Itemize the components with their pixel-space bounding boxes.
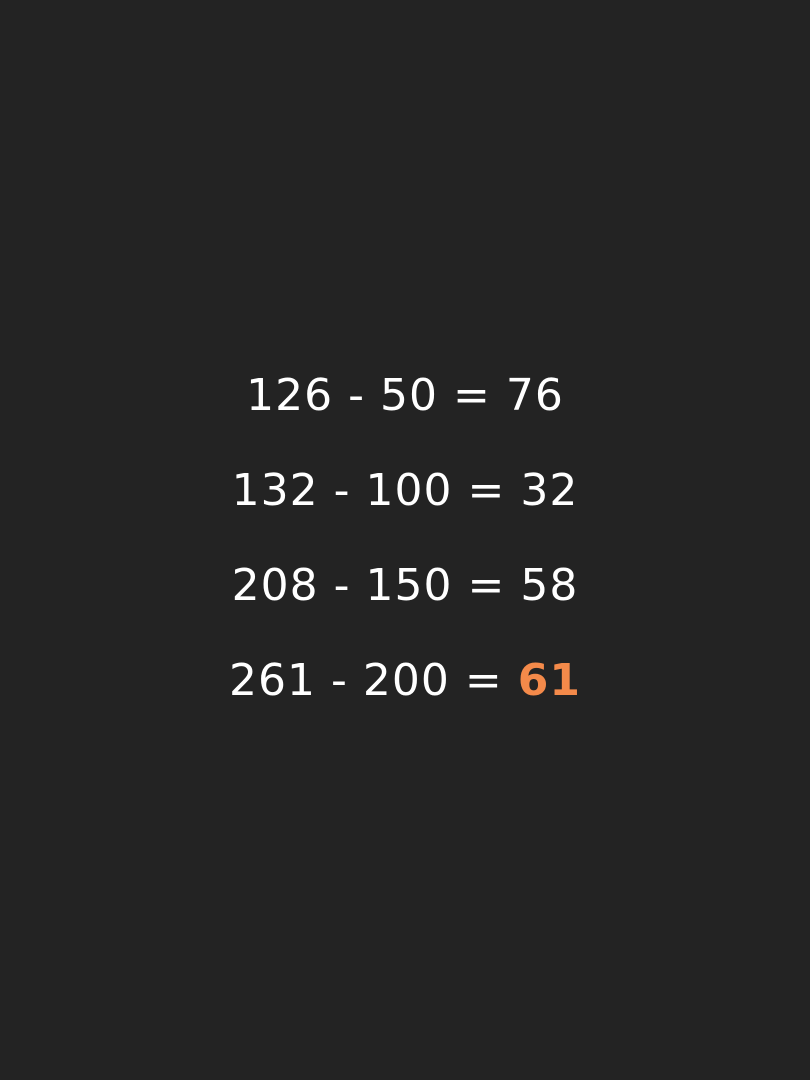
difference: 32 — [520, 465, 579, 516]
minuend: 126 — [246, 370, 334, 421]
minuend: 132 — [231, 465, 319, 516]
minus-sign: - — [333, 560, 351, 611]
subtrahend: 150 — [365, 560, 453, 611]
minuend: 261 — [229, 655, 316, 706]
equation-row: 126 - 50 = 76 — [0, 366, 810, 426]
equals-sign: = — [467, 465, 506, 516]
equation-list: 126 - 50 = 76 132 - 100 = 32 208 - 150 =… — [0, 0, 810, 1080]
minuend: 208 — [231, 560, 319, 611]
minus-sign: - — [348, 370, 365, 421]
minus-sign: - — [333, 465, 351, 516]
difference: 76 — [505, 370, 564, 421]
highlighted-difference: 61 — [517, 655, 581, 706]
equals-sign: = — [453, 370, 491, 421]
difference: 58 — [520, 560, 579, 611]
equation-row: 208 - 150 = 58 — [0, 556, 810, 616]
equals-sign: = — [464, 655, 503, 706]
subtrahend: 100 — [365, 465, 453, 516]
equals-sign: = — [467, 560, 506, 611]
subtrahend: 50 — [380, 370, 438, 421]
subtrahend: 200 — [362, 655, 450, 706]
equation-row: 261 - 200 = 61 — [0, 651, 810, 711]
equation-row: 132 - 100 = 32 — [0, 461, 810, 521]
minus-sign: - — [331, 655, 348, 706]
